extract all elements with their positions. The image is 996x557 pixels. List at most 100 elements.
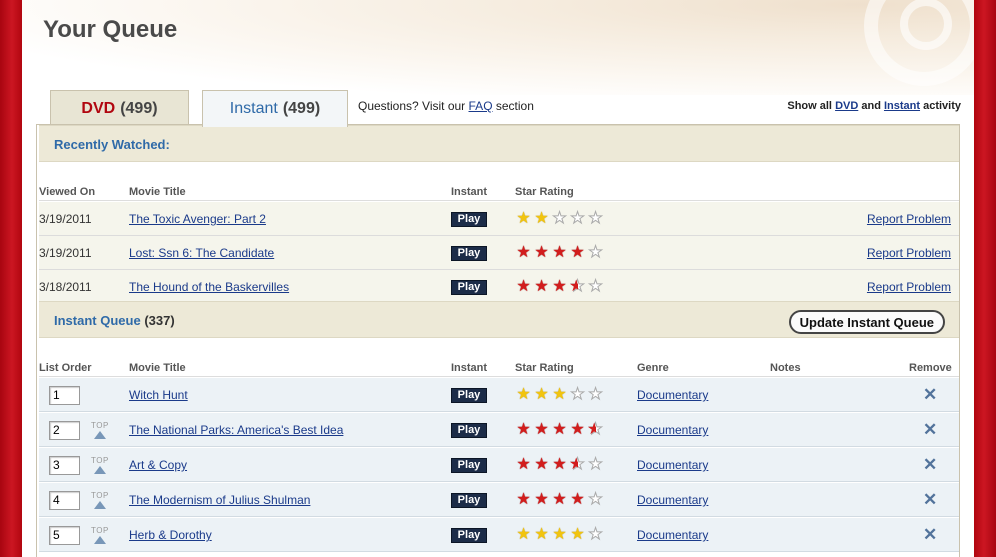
star-icon[interactable]: ★ [569,422,586,438]
update-queue-button[interactable]: Update Instant Queue [788,310,945,334]
star-icon[interactable]: ★ [533,422,550,438]
movie-title-link[interactable]: The Modernism of Julius Shulman [129,493,310,507]
report-problem-link[interactable]: Report Problem [867,280,951,294]
movie-title-link[interactable]: Art & Copy [129,458,187,472]
play-button[interactable]: Play [451,457,487,473]
instant-activity-link[interactable]: Instant [884,100,920,112]
star-icon[interactable]: ★ [569,386,586,403]
movie-title-link[interactable]: The National Parks: America's Best Idea [129,423,343,437]
list-order-input[interactable] [49,490,80,510]
star-rating[interactable]: ★ ★ ★ ★ ★ [515,491,604,508]
star-icon[interactable]: ★ [551,527,568,543]
star-rating[interactable]: ★ ★ ★ ★ ★ [515,278,604,295]
star-icon[interactable]: ★ [551,422,568,438]
star-icon[interactable]: ★ [515,211,532,227]
star-icon[interactable]: ★ [515,387,532,403]
report-problem-link[interactable]: Report Problem [867,246,951,260]
star-rating[interactable]: ★ ★ ★ ★ ★ [515,421,604,438]
star-rating[interactable]: ★ ★ ★ ★ ★ [515,456,604,473]
genre-link[interactable]: Documentary [637,458,708,472]
arrow-up-icon[interactable] [93,536,106,544]
star-icon[interactable]: ★ [515,279,532,295]
star-icon[interactable]: ★ [569,492,586,508]
faq-link[interactable]: FAQ [469,99,493,113]
genre-link[interactable]: Documentary [637,528,708,542]
star-icon[interactable]: ★ [551,245,568,261]
close-icon[interactable]: ✕ [923,385,937,405]
star-icon[interactable]: ★ [551,210,568,227]
star-icon[interactable]: ★ [551,279,568,295]
star-rating[interactable]: ★ ★ ★ ★ ★ [515,244,604,261]
move-to-top[interactable]: TOP [91,483,109,517]
star-icon[interactable]: ★ [587,456,604,473]
star-icon[interactable]: ★ [587,526,604,543]
star-icon[interactable]: ★ [587,210,604,227]
arrow-up-icon[interactable] [93,431,106,439]
arrow-up-icon[interactable] [93,466,106,474]
star-icon[interactable]: ★ [587,491,604,508]
list-order-input[interactable] [49,525,80,545]
play-button[interactable]: Play [451,527,487,543]
watched-row: 3/19/2011 The Toxic Avenger: Part 2 Play ★ ★… [39,202,959,236]
play-button[interactable]: Play [451,492,487,508]
star-icon[interactable]: ★ [587,421,604,438]
star-icon[interactable]: ★ [587,386,604,403]
star-icon[interactable]: ★ [569,210,586,227]
star-rating[interactable]: ★ ★ ★ ★ ★ [515,210,604,227]
star-icon[interactable]: ★ [587,244,604,261]
movie-title-link[interactable]: The Hound of the Baskervilles [129,280,289,294]
star-icon[interactable]: ★ [551,387,568,403]
star-icon[interactable]: ★ [515,422,532,438]
star-rating-cell: ★ ★ ★ ★ ★ [515,518,604,552]
star-icon[interactable]: ★ [551,457,568,473]
move-to-top[interactable]: TOP [91,448,109,482]
star-icon[interactable]: ★ [515,527,532,543]
star-icon[interactable]: ★ [533,387,550,403]
star-icon[interactable]: ★ [569,245,586,261]
move-to-top[interactable]: TOP [91,413,109,447]
star-icon[interactable]: ★ [533,245,550,261]
play-button[interactable]: Play [451,245,487,261]
star-icon[interactable]: ★ [533,492,550,508]
close-icon[interactable]: ✕ [923,525,937,545]
star-icon[interactable]: ★ [569,456,586,473]
movie-title-link[interactable]: The Toxic Avenger: Part 2 [129,212,266,226]
close-icon[interactable]: ✕ [923,455,937,475]
star-rating-cell: ★ ★ ★ ★ ★ [515,378,604,412]
tab-instant[interactable]: Instant (499) [202,90,348,127]
movie-title-link[interactable]: Herb & Dorothy [129,528,212,542]
close-icon[interactable]: ✕ [923,490,937,510]
movie-title-link[interactable]: Lost: Ssn 6: The Candidate [129,246,274,260]
star-icon[interactable]: ★ [533,211,550,227]
star-rating[interactable]: ★ ★ ★ ★ ★ [515,526,604,543]
instant-queue-column-headers: List Order Movie Title Instant Star Rati… [39,358,959,377]
star-icon[interactable]: ★ [515,457,532,473]
genre-link[interactable]: Documentary [637,493,708,507]
star-icon[interactable]: ★ [551,492,568,508]
star-icon[interactable]: ★ [533,279,550,295]
tab-dvd[interactable]: DVD (499) [50,90,189,126]
star-icon[interactable]: ★ [533,457,550,473]
dvd-activity-link[interactable]: DVD [835,100,858,112]
report-problem-link[interactable]: Report Problem [867,212,951,226]
list-order-input[interactable] [49,420,80,440]
star-icon[interactable]: ★ [533,527,550,543]
star-icon[interactable]: ★ [515,492,532,508]
star-icon[interactable]: ★ [587,278,604,295]
list-order-input[interactable] [49,385,80,405]
genre-link[interactable]: Documentary [637,423,708,437]
movie-title-link[interactable]: Witch Hunt [129,388,188,402]
star-icon[interactable]: ★ [515,245,532,261]
star-icon[interactable]: ★ [569,527,586,543]
play-button[interactable]: Play [451,211,487,227]
genre-link[interactable]: Documentary [637,388,708,402]
close-icon[interactable]: ✕ [923,420,937,440]
play-button[interactable]: Play [451,387,487,403]
star-icon[interactable]: ★ [569,278,586,295]
play-button[interactable]: Play [451,422,487,438]
list-order-input[interactable] [49,455,80,475]
move-to-top[interactable]: TOP [91,518,109,552]
arrow-up-icon[interactable] [93,501,106,509]
star-rating[interactable]: ★ ★ ★ ★ ★ [515,386,604,403]
play-button[interactable]: Play [451,279,487,295]
